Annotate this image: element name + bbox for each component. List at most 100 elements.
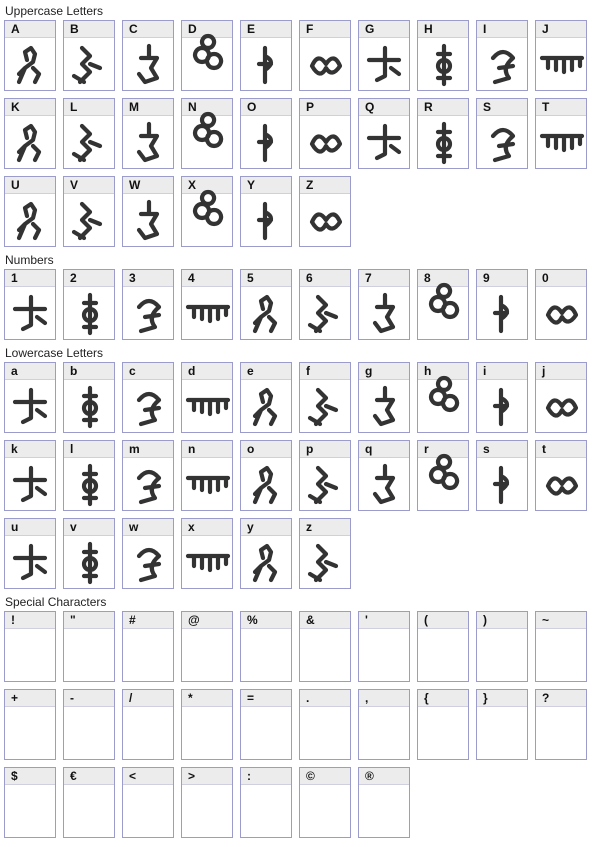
- glyph-preview: [359, 287, 409, 339]
- section-title-uppercase: Uppercase Letters: [5, 4, 104, 18]
- glyph-preview: [477, 287, 527, 339]
- glyph-label: G: [359, 21, 409, 38]
- glyph-label: g: [359, 363, 409, 380]
- glyph-preview: [182, 287, 232, 339]
- glyph-label: 9: [477, 270, 527, 287]
- glyph-preview: [123, 536, 173, 588]
- glyph-preview: [182, 33, 232, 90]
- glyph-cell-lowercase_row1-0: a: [4, 362, 56, 433]
- glyph-label: c: [123, 363, 173, 380]
- glyph-label: :: [241, 768, 291, 785]
- glyph-label: !: [5, 612, 55, 629]
- glyph-cell-uppercase_row3-2: W: [122, 176, 174, 247]
- glyph-cell-lowercase_row2-0: k: [4, 440, 56, 511]
- glyph-label: *: [182, 690, 232, 707]
- glyph-label: (: [418, 612, 468, 629]
- glyph-cell-lowercase_row1-5: f: [299, 362, 351, 433]
- glyph-label: 1: [5, 270, 55, 287]
- glyph-label: L: [64, 99, 114, 116]
- glyph-preview: [182, 380, 232, 432]
- glyph-cell-special_row2-9: ?: [535, 689, 587, 760]
- glyph-cell-special_row3-3: >: [181, 767, 233, 838]
- glyph-cell-uppercase_row1-2: C: [122, 20, 174, 91]
- glyph-label: /: [123, 690, 173, 707]
- glyph-preview: [536, 287, 586, 339]
- glyph-cell-special_row1-5: &: [299, 611, 351, 682]
- glyph-cell-lowercase_row2-1: l: [63, 440, 115, 511]
- glyph-label: 5: [241, 270, 291, 287]
- glyph-label: €: [64, 768, 114, 785]
- glyph-cell-special_row2-2: /: [122, 689, 174, 760]
- glyph-preview: [5, 380, 55, 432]
- glyph-cell-special_row1-3: @: [181, 611, 233, 682]
- glyph-label: p: [300, 441, 350, 458]
- glyph-preview: [418, 38, 468, 90]
- glyph-cell-lowercase_row1-6: g: [358, 362, 410, 433]
- glyph-preview: [359, 458, 409, 510]
- glyph-cell-special_row3-1: €: [63, 767, 115, 838]
- glyph-cell-uppercase_row1-7: H: [417, 20, 469, 91]
- glyph-label: I: [477, 21, 527, 38]
- glyph-cell-lowercase_row1-2: c: [122, 362, 174, 433]
- glyph-label: -: [64, 690, 114, 707]
- glyph-cell-lowercase_row2-7: r: [417, 440, 469, 511]
- glyph-cell-uppercase_row2-2: M: [122, 98, 174, 169]
- glyph-cell-special_row1-6: ': [358, 611, 410, 682]
- glyph-label: d: [182, 363, 232, 380]
- glyph-cell-lowercase_row1-4: e: [240, 362, 292, 433]
- glyph-cell-uppercase_row1-8: I: [476, 20, 528, 91]
- glyph-preview: [477, 458, 527, 510]
- glyph-label: {: [418, 690, 468, 707]
- glyph-label: =: [241, 690, 291, 707]
- glyph-preview: [5, 536, 55, 588]
- glyph-cell-uppercase_row3-0: U: [4, 176, 56, 247]
- glyph-label: J: [536, 21, 586, 38]
- glyph-preview: [64, 116, 114, 168]
- glyph-cell-uppercase_row1-0: A: [4, 20, 56, 91]
- glyph-cell-lowercase_row1-3: d: [181, 362, 233, 433]
- glyph-preview: [64, 458, 114, 510]
- glyph-cell-numbers_row-9: 0: [535, 269, 587, 340]
- glyph-cell-special_row2-7: {: [417, 689, 469, 760]
- glyph-preview: [64, 194, 114, 246]
- glyph-label: C: [123, 21, 173, 38]
- glyph-cell-numbers_row-8: 9: [476, 269, 528, 340]
- glyph-preview: [300, 116, 350, 168]
- glyph-label: Y: [241, 177, 291, 194]
- glyph-cell-special_row1-1: ": [63, 611, 115, 682]
- glyph-cell-special_row1-7: (: [417, 611, 469, 682]
- glyph-label: ~: [536, 612, 586, 629]
- glyph-label: %: [241, 612, 291, 629]
- glyph-cell-lowercase_row3-2: w: [122, 518, 174, 589]
- glyph-label: y: [241, 519, 291, 536]
- glyph-preview: [5, 38, 55, 90]
- glyph-label: A: [5, 21, 55, 38]
- glyph-label: #: [123, 612, 173, 629]
- glyph-preview: [241, 380, 291, 432]
- glyph-label: V: [64, 177, 114, 194]
- glyph-label: o: [241, 441, 291, 458]
- glyph-cell-numbers_row-4: 5: [240, 269, 292, 340]
- glyph-cell-uppercase_row1-5: F: [299, 20, 351, 91]
- glyph-cell-lowercase_row2-9: t: [535, 440, 587, 511]
- glyph-label: &: [300, 612, 350, 629]
- glyph-label: }: [477, 690, 527, 707]
- glyph-preview: [300, 536, 350, 588]
- glyph-cell-special_row2-0: +: [4, 689, 56, 760]
- glyph-cell-uppercase_row3-5: Z: [299, 176, 351, 247]
- glyph-cell-uppercase_row1-4: E: [240, 20, 292, 91]
- glyph-label: E: [241, 21, 291, 38]
- glyph-cell-uppercase_row3-1: V: [63, 176, 115, 247]
- glyph-label: H: [418, 21, 468, 38]
- glyph-label: W: [123, 177, 173, 194]
- glyph-cell-special_row2-3: *: [181, 689, 233, 760]
- glyph-label: ?: [536, 690, 586, 707]
- glyph-preview: [300, 458, 350, 510]
- section-title-numbers: Numbers: [5, 253, 54, 267]
- section-title-special: Special Characters: [5, 595, 107, 609]
- glyph-label: 0: [536, 270, 586, 287]
- glyph-cell-special_row1-0: !: [4, 611, 56, 682]
- glyph-cell-lowercase_row2-3: n: [181, 440, 233, 511]
- glyph-label: m: [123, 441, 173, 458]
- glyph-preview: [241, 287, 291, 339]
